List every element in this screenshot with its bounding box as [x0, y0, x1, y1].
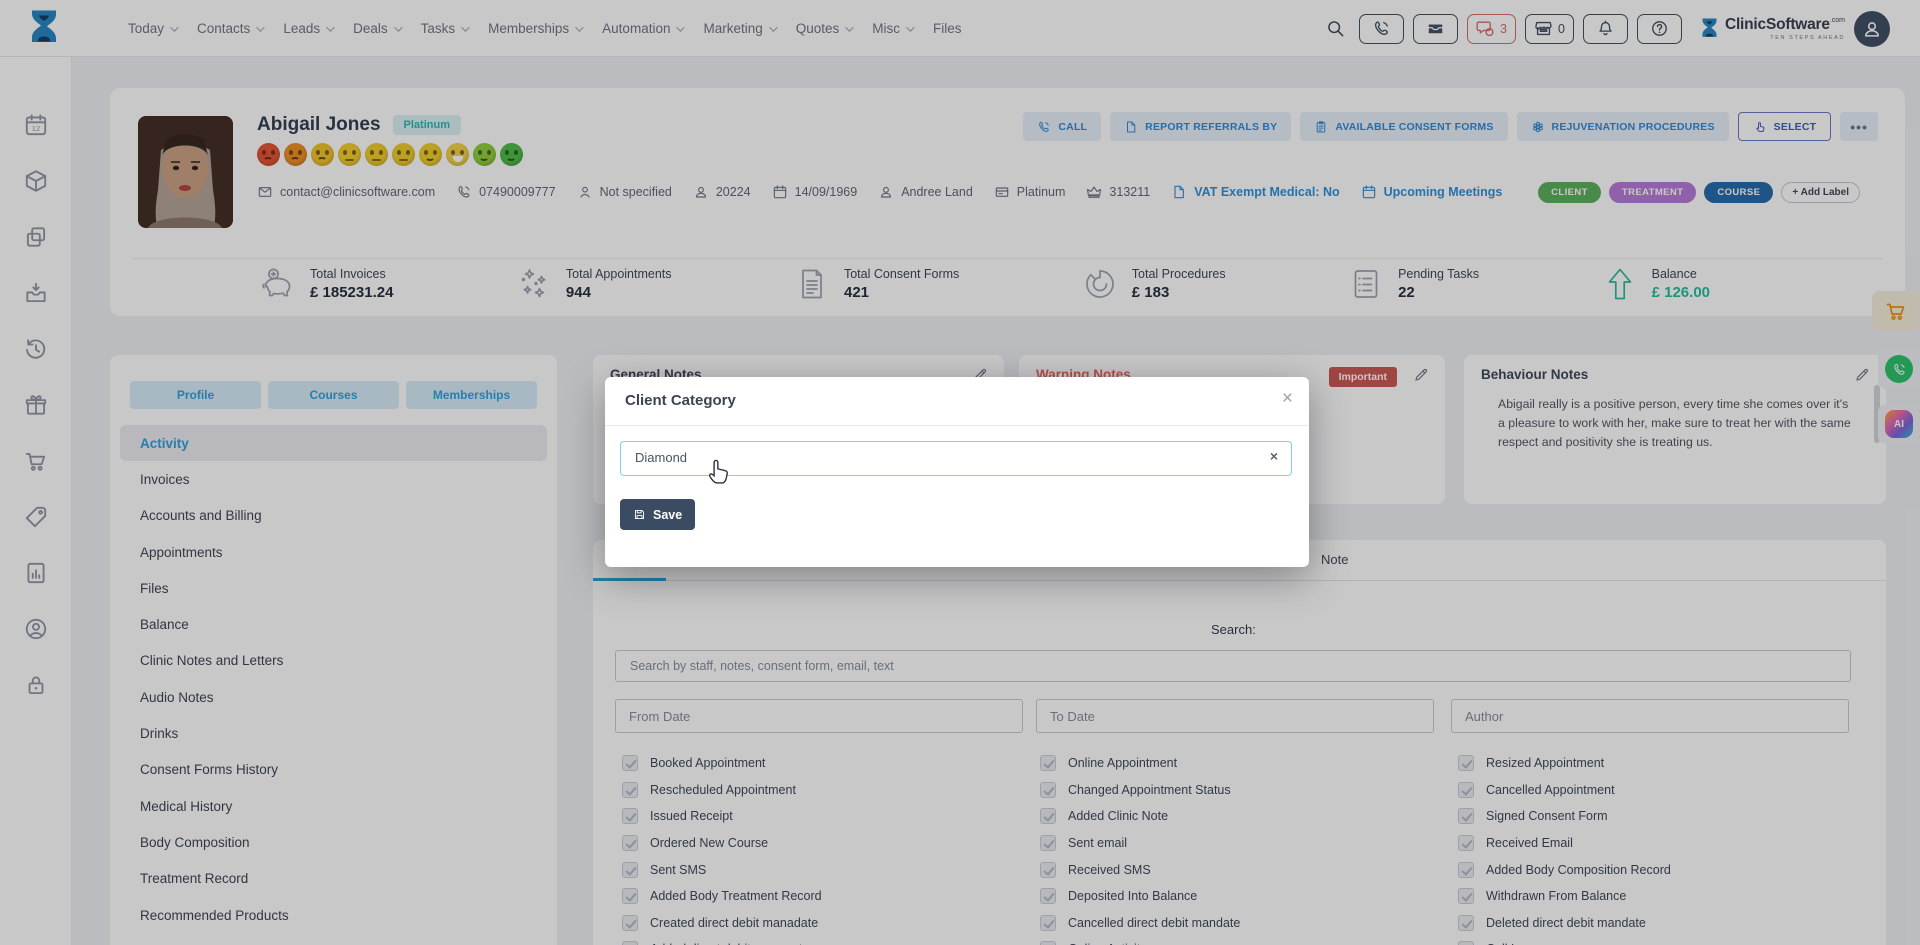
category-input[interactable]: [635, 450, 1247, 465]
close-icon[interactable]: ×: [1282, 388, 1293, 410]
clinic-software-screen: Today Contacts Leads Deals: [0, 0, 1920, 945]
modal-header: Client Category ×: [605, 377, 1309, 426]
save-button-label: Save: [653, 508, 682, 522]
modal-title: Client Category: [625, 392, 736, 409]
clear-icon[interactable]: ×: [1270, 448, 1278, 464]
category-input-wrap: ×: [620, 441, 1292, 476]
client-category-modal: Client Category × × Save: [605, 377, 1309, 567]
save-button[interactable]: Save: [620, 499, 695, 530]
save-icon: [633, 508, 646, 521]
